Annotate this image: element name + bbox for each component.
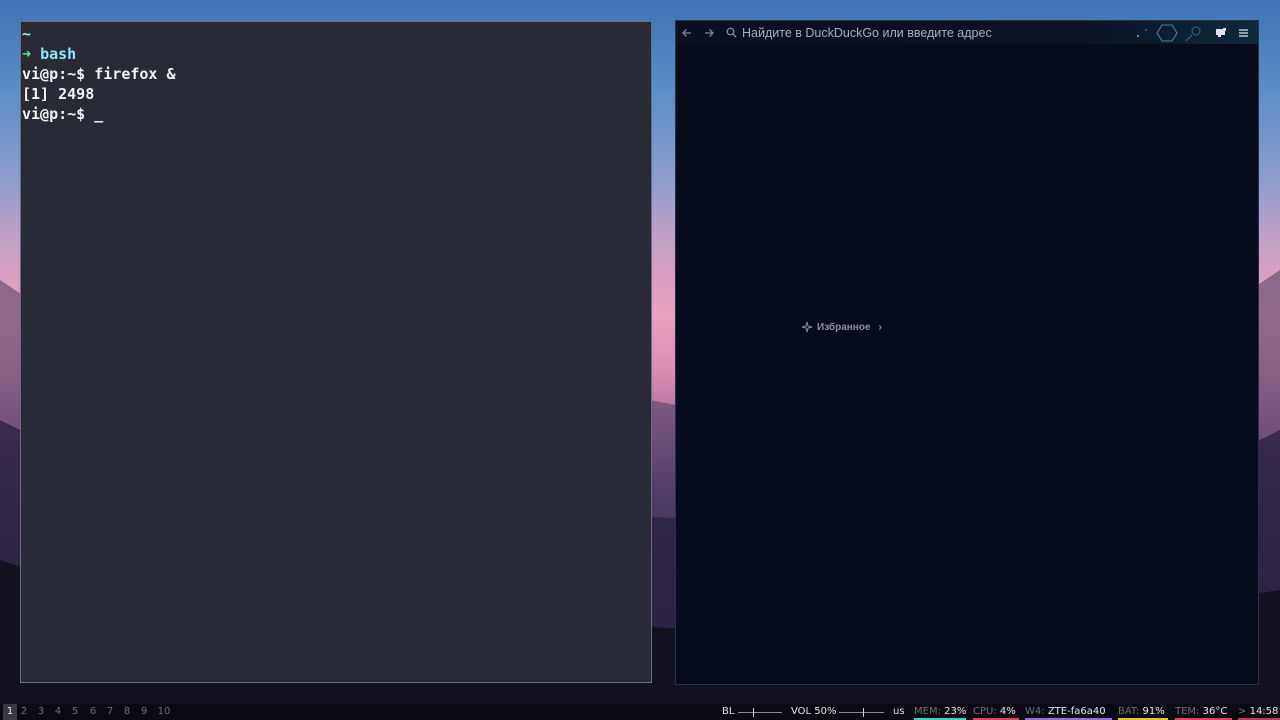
- terminal-window[interactable]: ~ ➜ bash vi@p:~$ firefox & [1] 2498 vi@p…: [20, 21, 652, 683]
- back-button[interactable]: [676, 21, 698, 44]
- browser-toolbar: [676, 21, 1258, 44]
- cpu-value: 4%: [999, 706, 1016, 717]
- hexagon-decoration: [1137, 24, 1201, 42]
- backlight-slider-knob[interactable]: [753, 708, 754, 717]
- workspace-1[interactable]: 1: [3, 704, 17, 720]
- terminal-shell-name: bash: [40, 45, 77, 63]
- sparkle-icon: [800, 320, 814, 334]
- workspace-7[interactable]: 7: [103, 704, 117, 720]
- favorites-section[interactable]: Избранное ›: [800, 320, 882, 334]
- terminal-cwd: ~: [22, 25, 32, 43]
- workspace-2[interactable]: 2: [17, 704, 31, 720]
- cpu-label: CPU:: [973, 706, 997, 717]
- chevron-right-icon: ›: [878, 321, 882, 333]
- battery-label: BAT:: [1118, 706, 1140, 717]
- wifi-value: ZTE-fa6a40: [1047, 706, 1106, 717]
- terminal-job-line: [1] 2498: [22, 84, 651, 104]
- workspace-3[interactable]: 3: [34, 704, 48, 720]
- extension-icon: [1216, 27, 1226, 37]
- volume-slider-knob[interactable]: [863, 708, 864, 717]
- url-input[interactable]: [742, 25, 1122, 40]
- workspace-9[interactable]: 9: [137, 704, 151, 720]
- browser-window[interactable]: Избранное ›: [675, 20, 1259, 685]
- volume-label: VOL 50%: [791, 706, 837, 717]
- terminal-cwd-line: ~: [22, 24, 651, 44]
- terminal-command-line: vi@p:~$ firefox &: [22, 64, 651, 84]
- keyboard-layout[interactable]: us: [893, 704, 905, 720]
- memory-label: MEM:: [914, 706, 941, 717]
- terminal-input-line[interactable]: vi@p:~$ _: [22, 104, 651, 124]
- workspace-6[interactable]: 6: [86, 704, 100, 720]
- search-icon: [724, 26, 738, 40]
- menu-button[interactable]: [1232, 21, 1254, 44]
- workspace-8[interactable]: 8: [120, 704, 134, 720]
- terminal-shell-line: ➜ bash: [22, 44, 651, 64]
- arrow-left-icon: [682, 28, 691, 37]
- workspace-4[interactable]: 4: [51, 704, 65, 720]
- clock-separator: >: [1238, 706, 1247, 717]
- terminal-prompt: vi@p:~$: [22, 65, 86, 83]
- temperature-label: TEM:: [1175, 706, 1200, 717]
- status-bar: 1 2 3 4 5 6 7 8 9 10 BL VOL 50% us MEM: …: [0, 704, 1280, 720]
- temperature-value: 36°C: [1202, 706, 1228, 717]
- favorites-label: Избранное: [817, 321, 871, 333]
- prompt-arrow-icon: ➜: [22, 45, 32, 63]
- terminal-cursor: _: [94, 105, 104, 123]
- workspace-10[interactable]: 10: [155, 704, 173, 720]
- volume-slider[interactable]: [839, 712, 884, 713]
- arrow-right-icon: [705, 28, 714, 37]
- battery-value: 91%: [1142, 706, 1165, 717]
- terminal-command: firefox &: [94, 65, 176, 83]
- clock-time: 14:58: [1249, 706, 1279, 717]
- workspace-5[interactable]: 5: [68, 704, 82, 720]
- wifi-label: W4:: [1025, 706, 1045, 717]
- backlight-slider[interactable]: [738, 712, 782, 713]
- terminal-prompt: vi@p:~$: [22, 105, 86, 123]
- forward-button[interactable]: [698, 21, 720, 44]
- backlight-label: BL: [722, 706, 735, 717]
- memory-value: 23%: [944, 706, 967, 717]
- terminal-job-output: [1] 2498: [22, 85, 95, 103]
- hamburger-menu-icon: [1238, 28, 1248, 37]
